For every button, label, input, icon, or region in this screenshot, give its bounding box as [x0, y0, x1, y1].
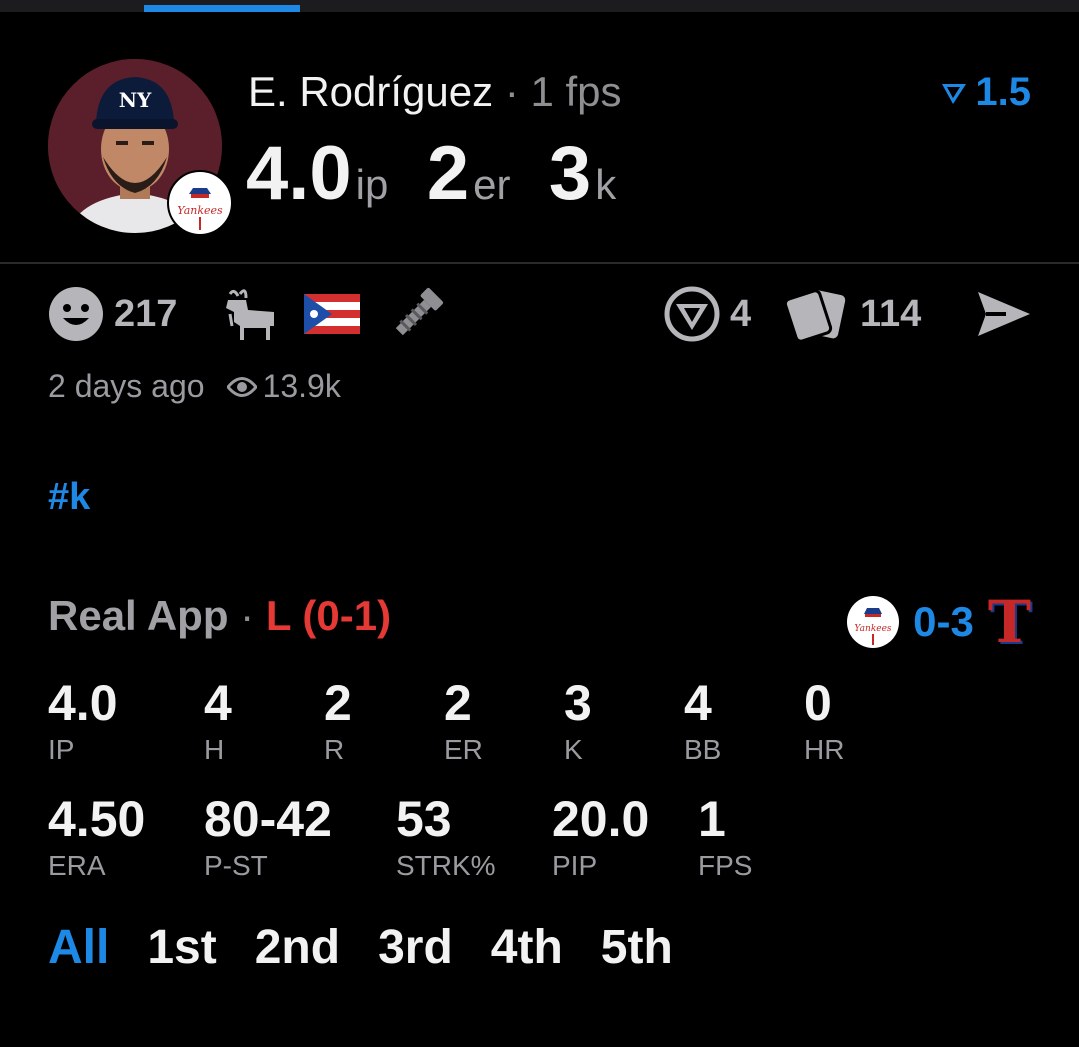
game-app-name: Real App: [48, 592, 229, 639]
stat-k: 3 K: [564, 674, 592, 766]
statline-ip-unit: ip: [355, 161, 389, 208]
stat-h: 4 H: [204, 674, 232, 766]
flag-reaction[interactable]: [304, 284, 360, 344]
separator: ·: [240, 592, 255, 639]
bolt-icon: [395, 287, 444, 336]
share-icon: [978, 292, 1030, 336]
stat-hr: 0 HR: [804, 674, 844, 766]
stat-label: ER: [444, 734, 483, 765]
header-divider: [0, 262, 1079, 264]
statline-k-unit: k: [595, 161, 617, 208]
stat-value: 3: [564, 675, 592, 731]
stat-value: 80-42: [204, 791, 332, 847]
tab-3rd[interactable]: 3rd: [378, 920, 453, 975]
stat-ip: 4.0 IP: [48, 674, 118, 766]
rating-badge[interactable]: 1.5: [939, 70, 1031, 115]
svg-text:Yankees: Yankees: [177, 204, 223, 217]
stat-value: 2: [324, 675, 352, 731]
stat-label: IP: [48, 734, 75, 765]
innings-tabs: All 1st 2nd 3rd 4th 5th: [48, 920, 673, 975]
views: 13.9k: [226, 368, 341, 405]
share-button[interactable]: [976, 284, 1032, 344]
top-tab-bar: [0, 0, 1079, 12]
active-tab-indicator: [144, 5, 300, 12]
vote-button[interactable]: 4: [664, 284, 751, 344]
stat-bb: 4 BB: [684, 674, 721, 766]
player-title-line: E. Rodríguez · 1 fps: [248, 68, 622, 116]
team-logo-icon: Yankees: [167, 170, 233, 236]
tab-1st[interactable]: 1st: [147, 920, 216, 975]
separator: ·: [504, 68, 519, 115]
stat-value: 20.0: [552, 791, 650, 847]
reactions-count: 217: [114, 292, 178, 335]
stat-label: K: [564, 734, 583, 765]
bolt-reaction[interactable]: [388, 284, 446, 344]
reactions-button[interactable]: 217: [48, 284, 177, 344]
goat-reaction[interactable]: [220, 284, 280, 344]
tab-2nd[interactable]: 2nd: [255, 920, 340, 975]
eye-icon: [226, 376, 257, 397]
stat-label: H: [204, 734, 225, 765]
player-name[interactable]: E. Rodríguez: [248, 68, 493, 115]
stat-er: 2 ER: [444, 674, 483, 766]
stat-value: 1: [698, 791, 726, 847]
stat-label: ERA: [48, 850, 106, 881]
stat-value: 2: [444, 675, 472, 731]
post-header: NY Yankees E. Rodríguez · 1 fps 4.0ip 2e…: [0, 12, 1079, 262]
cards-button[interactable]: 114: [784, 284, 921, 344]
tab-all[interactable]: All: [48, 920, 109, 975]
svg-text:NY: NY: [119, 88, 152, 112]
stat-label: R: [324, 734, 345, 765]
stat-label: HR: [804, 734, 845, 765]
vote-icon: [664, 286, 720, 342]
votes-count: 4: [730, 292, 752, 335]
rating-icon: [942, 83, 967, 104]
stat-strike-pct: 53 STRK%: [396, 790, 496, 882]
player-fps: 1 fps: [530, 68, 622, 115]
statline-k-value: 3: [548, 131, 592, 216]
stat-label: BB: [684, 734, 722, 765]
svg-text:Yankees: Yankees: [855, 624, 893, 634]
stat-pitches-strikes: 80-42 P-ST: [204, 790, 332, 882]
rating-value: 1.5: [975, 70, 1031, 114]
tab-4th[interactable]: 4th: [491, 920, 563, 975]
goat-icon: [226, 289, 274, 340]
statline-ip-value: 4.0: [246, 131, 352, 216]
statline-er-value: 2: [426, 131, 470, 216]
stat-label: P-ST: [204, 850, 268, 881]
tab-5th[interactable]: 5th: [601, 920, 673, 975]
statline-er-unit: er: [473, 161, 511, 208]
score-value: 0-3: [913, 598, 974, 645]
stat-value: 4: [204, 675, 232, 731]
stat-value: 0: [804, 675, 832, 731]
cards-icon: [784, 289, 846, 342]
game-summary: Real App · L (0-1): [48, 592, 391, 640]
game-score[interactable]: Yankees 0-3 T: [847, 588, 1031, 656]
stat-fps: 1 FPS: [698, 790, 752, 882]
puerto-rico-flag-icon: [304, 294, 360, 334]
stat-era: 4.50 ERA: [48, 790, 145, 882]
hashtag-link[interactable]: #k: [48, 476, 90, 519]
post-time: 2 days ago: [48, 368, 205, 404]
cards-count: 114: [860, 292, 922, 335]
smiley-icon: [49, 287, 103, 341]
stat-pip: 20.0 PIP: [552, 790, 649, 882]
stat-r: 2 R: [324, 674, 352, 766]
stat-label: PIP: [552, 850, 598, 881]
stat-value: 4: [684, 675, 712, 731]
rangers-logo-icon: T: [987, 588, 1031, 656]
yankees-logo-icon: Yankees: [847, 596, 900, 648]
action-bar: 217 4 114: [48, 284, 1031, 344]
stat-label: FPS: [698, 850, 753, 881]
stat-label: STRK%: [396, 850, 496, 881]
views-count: 13.9k: [262, 368, 341, 404]
stat-value: 4.50: [48, 791, 146, 847]
stat-value: 4.0: [48, 675, 118, 731]
game-result: L (0-1): [265, 592, 392, 639]
post-meta: 2 days ago 13.9k: [48, 368, 341, 405]
player-statline: 4.0ip 2er 3k: [246, 130, 650, 217]
stat-value: 53: [396, 791, 452, 847]
